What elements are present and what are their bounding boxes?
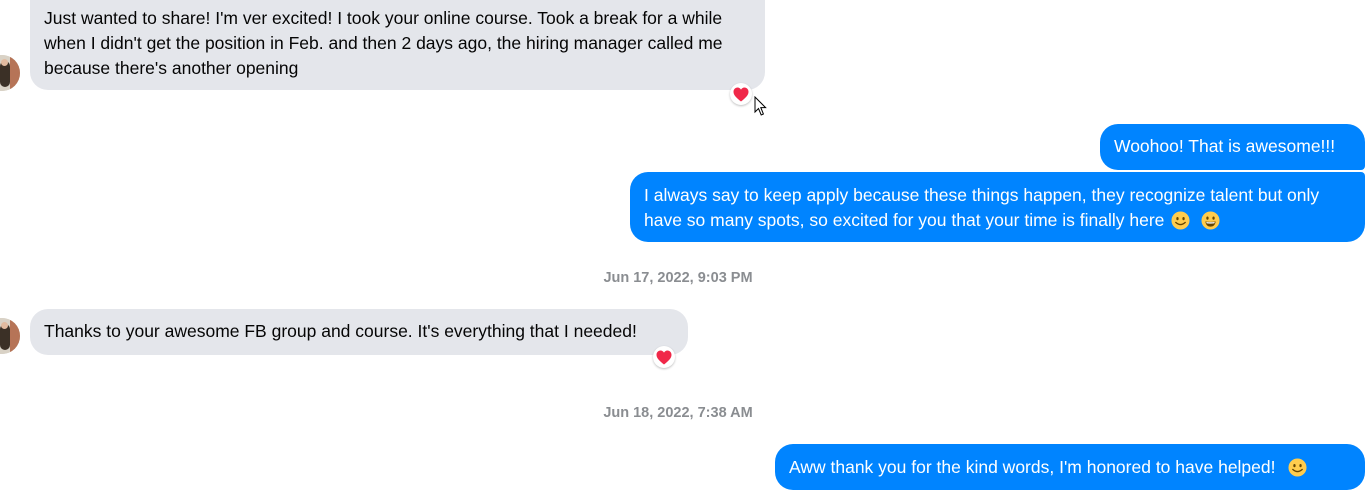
message-text: Aww thank you for the kind words, I'm ho… [789, 457, 1276, 477]
outgoing-message-bubble[interactable]: I always say to keep apply because these… [630, 172, 1365, 242]
heart-icon [656, 350, 672, 365]
reaction-badge[interactable] [653, 346, 675, 368]
timestamp-text: Jun 18, 2022, 7:38 AM [603, 405, 753, 421]
outgoing-message-bubble[interactable]: Aww thank you for the kind words, I'm ho… [775, 444, 1365, 490]
incoming-message-bubble[interactable]: Just wanted to share! I'm ver excited! I… [30, 0, 765, 90]
smile-emoji-icon [1288, 458, 1307, 477]
grin-emoji-icon [1201, 211, 1220, 230]
incoming-message-bubble[interactable]: Thanks to your awesome FB group and cour… [30, 309, 688, 355]
avatar[interactable] [0, 55, 20, 91]
message-text: Just wanted to share! I'm ver excited! I… [44, 8, 723, 78]
avatar[interactable] [0, 318, 20, 354]
timestamp-divider: Jun 18, 2022, 7:38 AM [0, 405, 1370, 421]
message-text: Woohoo! That is awesome!!! [1114, 136, 1336, 156]
heart-icon [733, 87, 749, 102]
message-text: Thanks to your awesome FB group and cour… [44, 321, 637, 341]
reaction-badge[interactable] [730, 83, 752, 105]
timestamp-divider: Jun 17, 2022, 9:03 PM [0, 270, 1370, 286]
timestamp-text: Jun 17, 2022, 9:03 PM [603, 270, 753, 286]
mouse-cursor-icon [754, 96, 767, 116]
outgoing-message-bubble[interactable]: Woohoo! That is awesome!!! [1100, 124, 1365, 170]
smile-emoji-icon [1171, 211, 1190, 230]
